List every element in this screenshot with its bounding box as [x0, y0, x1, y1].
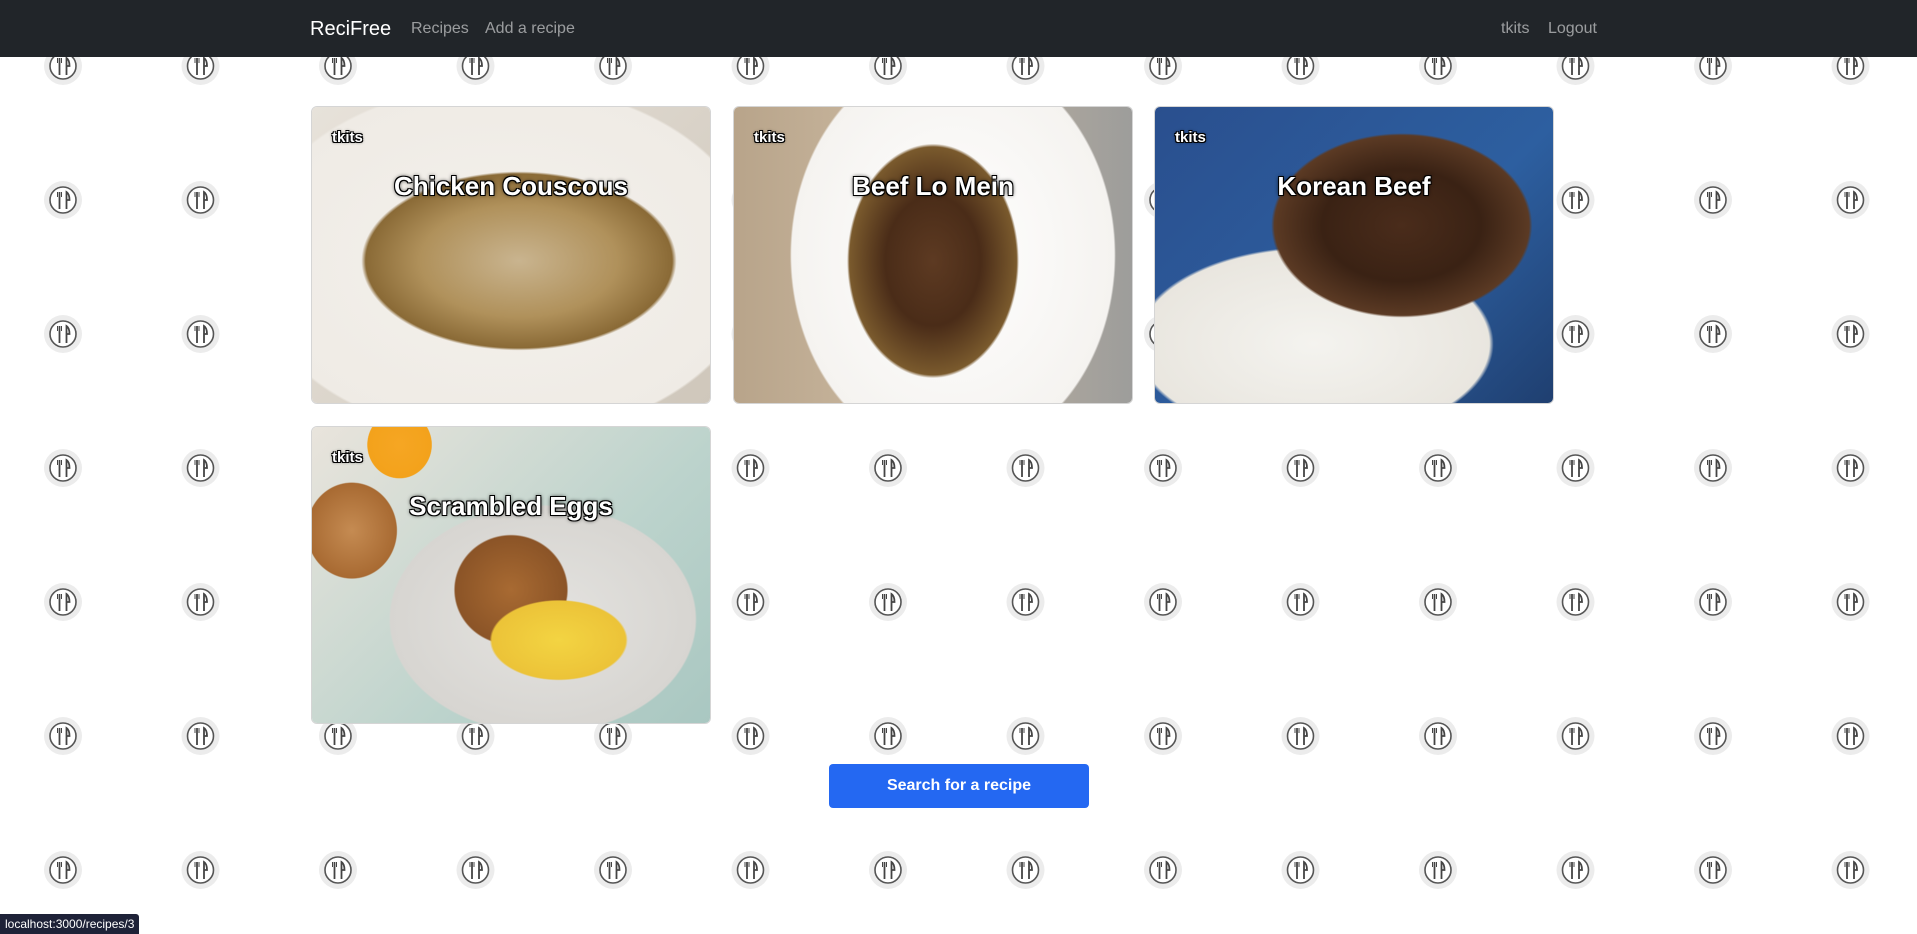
recipe-card[interactable]: tkits Scrambled Eggs — [311, 426, 711, 724]
recipe-title: Chicken Couscous — [393, 171, 629, 201]
recipe-card[interactable]: tkits Korean Beef — [1154, 106, 1554, 404]
nav-username-link[interactable]: tkits — [1501, 19, 1529, 39]
recipe-card[interactable]: tkits Chicken Couscous — [311, 106, 711, 404]
recipe-author: tkits — [754, 129, 785, 146]
status-bar-url: localhost:3000/recipes/3 — [0, 914, 140, 934]
recipe-title: Scrambled Eggs — [409, 491, 613, 521]
recipe-title: Beef Lo Mein — [852, 171, 1014, 201]
recipe-author: tkits — [1175, 129, 1206, 146]
recipe-photo — [312, 427, 710, 723]
recipe-photo — [1155, 107, 1553, 403]
nav-recipes-link[interactable]: Recipes — [411, 19, 469, 39]
brand-logo[interactable]: ReciFree — [310, 17, 391, 41]
nav-add-recipe-link[interactable]: Add a recipe — [485, 19, 575, 39]
recipe-title: Korean Beef — [1277, 171, 1431, 201]
search-recipe-button[interactable]: Search for a recipe — [829, 764, 1089, 808]
recipe-author: tkits — [332, 449, 363, 466]
top-navbar: ReciFree Recipes Add a recipe tkits Logo… — [0, 0, 1917, 57]
nav-logout-link[interactable]: Logout — [1548, 19, 1597, 39]
recipe-author: tkits — [332, 129, 363, 146]
recipe-photo — [734, 107, 1132, 403]
recipe-card[interactable]: tkits Beef Lo Mein — [733, 106, 1133, 404]
recipe-photo — [312, 107, 710, 403]
